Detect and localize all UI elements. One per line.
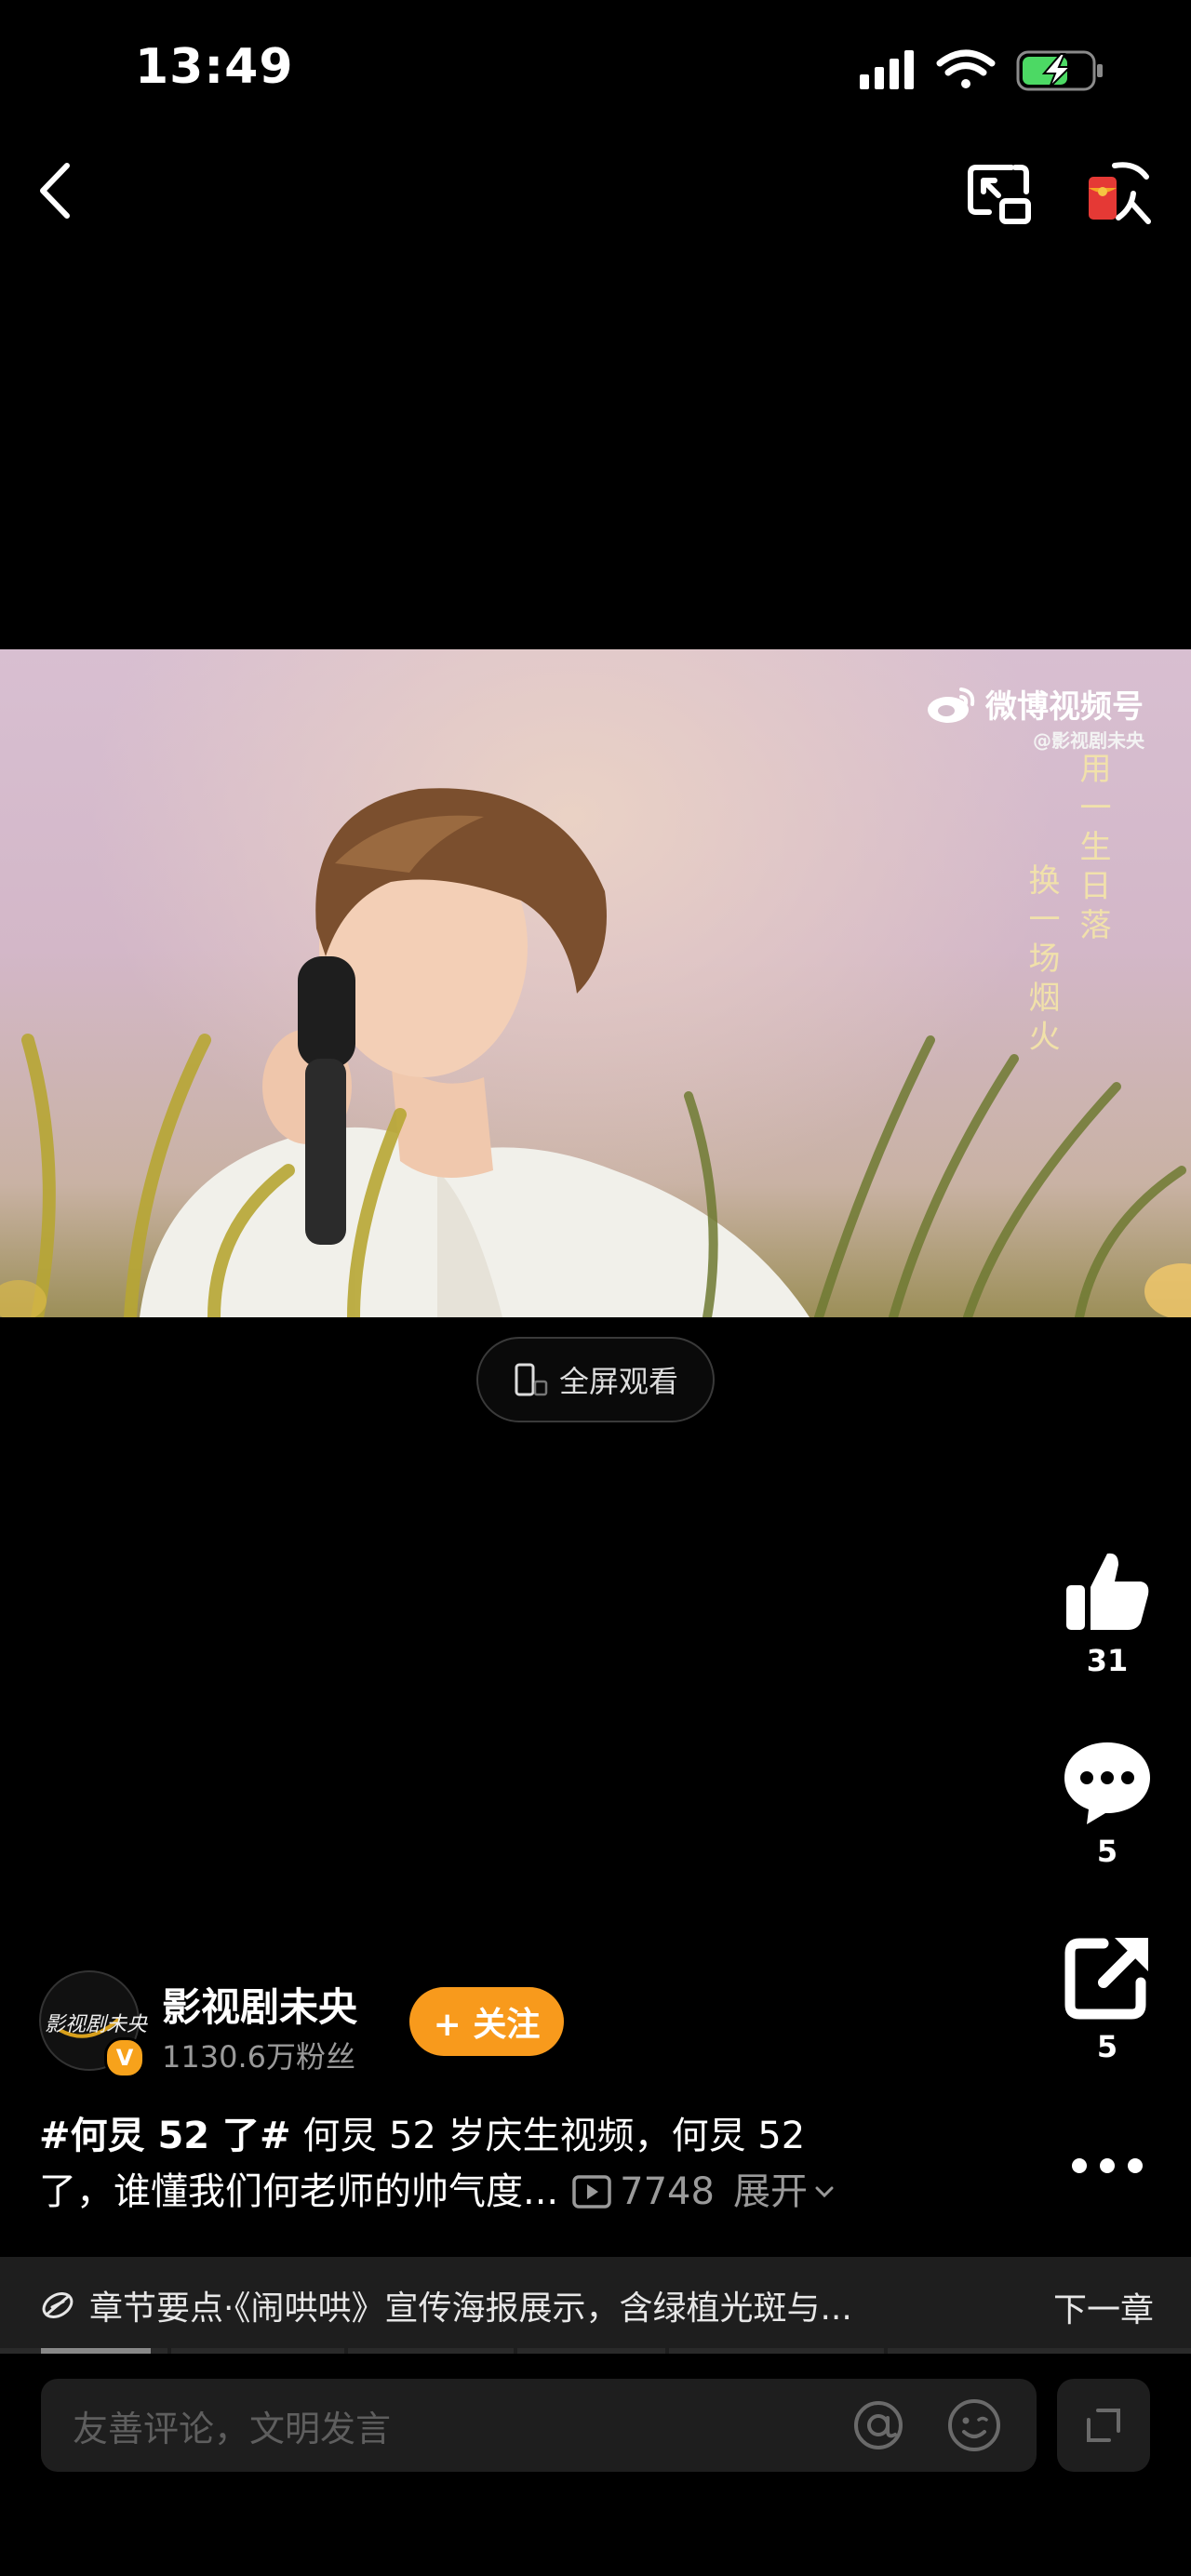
chapter-divider — [344, 2348, 348, 2354]
caption-text-1: 何炅 52 岁庆生视频，何炅 52 — [290, 2115, 806, 2157]
author-name[interactable]: 影视剧未央 — [162, 1976, 357, 2033]
comment-input[interactable]: 友善评论，文明发言 — [41, 2379, 1037, 2472]
chapter-divider — [884, 2348, 888, 2354]
back-icon — [40, 163, 70, 219]
chapter-icon — [42, 2292, 74, 2318]
battery-charging-icon — [1016, 50, 1103, 91]
picture-in-picture-button[interactable] — [963, 156, 1036, 229]
expand-label: 展开 — [732, 2170, 808, 2213]
caption-line-2: 了，谁懂我们何老师的帅气度... 7748 展开 — [39, 2164, 1025, 2220]
caption-line-1: #何炅 52 了# 何炅 52 岁庆生视频，何炅 52 — [39, 2108, 1025, 2164]
video-frame — [0, 788, 1191, 1317]
verified-badge: V — [104, 2037, 145, 2078]
chapter-divider — [514, 2348, 517, 2354]
expand-button[interactable]: 展开 — [733, 2164, 837, 2220]
red-packet-icon — [1089, 162, 1151, 224]
status-time: 13:49 — [135, 39, 294, 95]
video-player[interactable]: 微博视频号 @影视剧未央 用一生日落 换一场烟火 — [0, 649, 1191, 1317]
caption-hashtag[interactable]: #何炅 52 了# — [39, 2115, 291, 2157]
chapter-summary: 章节要点·《闹哄哄》宣传海报展示，含绿植光斑与... — [89, 2289, 852, 2328]
play-count-value: 7748 — [620, 2170, 715, 2213]
caption-text-2: 了，谁懂我们何老师的帅气度... — [39, 2170, 559, 2213]
watermark-text: 微博视频号 — [985, 688, 1144, 726]
share-icon — [1064, 1938, 1148, 2020]
chevron-down-icon — [815, 2186, 834, 2198]
play-icon — [572, 2175, 611, 2209]
author-fans: 1130.6万粉丝 — [162, 2039, 355, 2075]
fullscreen-label: 全屏观看 — [558, 1364, 678, 1399]
share-count: 5 — [1096, 2029, 1118, 2064]
comment-button[interactable]: 5 — [1051, 1735, 1163, 1869]
follow-button[interactable]: + 关注 — [409, 1987, 564, 2056]
more-dots-icon — [1072, 2158, 1143, 2173]
play-count: 7748 — [571, 2164, 715, 2220]
more-button[interactable] — [1065, 2140, 1149, 2192]
like-count: 31 — [1086, 1643, 1129, 1678]
weibo-logo-icon — [928, 687, 975, 723]
lyric-line-1: 用一生日落 — [1074, 752, 1111, 947]
at-mention-icon[interactable] — [850, 2397, 906, 2453]
like-button[interactable]: 31 — [1051, 1544, 1163, 1678]
signal-icon — [860, 50, 914, 89]
comment-placeholder: 友善评论，文明发言 — [73, 2408, 392, 2449]
author-avatar[interactable]: 影视剧未央 V — [39, 1970, 147, 2078]
status-icons — [854, 43, 1105, 99]
emoji-icon[interactable] — [945, 2396, 1003, 2454]
fullscreen-button[interactable]: 全屏观看 — [476, 1337, 715, 1422]
expand-icon — [1087, 2409, 1120, 2442]
expand-comment-button[interactable] — [1057, 2379, 1150, 2472]
thumbs-up-icon — [1066, 1553, 1149, 1630]
share-button[interactable]: 5 — [1051, 1930, 1163, 2064]
rotate-phone-icon — [515, 1363, 548, 1396]
video-caption: #何炅 52 了# 何炅 52 岁庆生视频，何炅 52 了，谁懂我们何老师的帅气… — [39, 2108, 1025, 2220]
picture-in-picture-icon — [968, 165, 1031, 224]
weibo-watermark: 微博视频号 — [926, 681, 1144, 727]
chapter-bar[interactable]: 章节要点·《闹哄哄》宣传海报展示，含绿植光斑与... 下一章 — [0, 2257, 1191, 2354]
wifi-icon — [936, 49, 996, 88]
next-chapter-button[interactable]: 下一章 — [1053, 2283, 1154, 2331]
back-button[interactable] — [28, 158, 84, 223]
avatar-text: 影视剧未央 — [45, 2013, 148, 2036]
watermark-account: @影视剧未央 — [1033, 729, 1144, 752]
chapter-divider — [167, 2348, 171, 2354]
red-packet-button[interactable] — [1081, 156, 1156, 229]
comment-count: 5 — [1096, 1834, 1118, 1869]
progress-played-segment — [41, 2348, 151, 2354]
comment-bubble-icon — [1064, 1742, 1150, 1824]
chapter-progress-bar[interactable] — [0, 2348, 1191, 2354]
lyric-line-2: 换一场烟火 — [1023, 863, 1060, 1059]
chapter-divider — [665, 2348, 669, 2354]
